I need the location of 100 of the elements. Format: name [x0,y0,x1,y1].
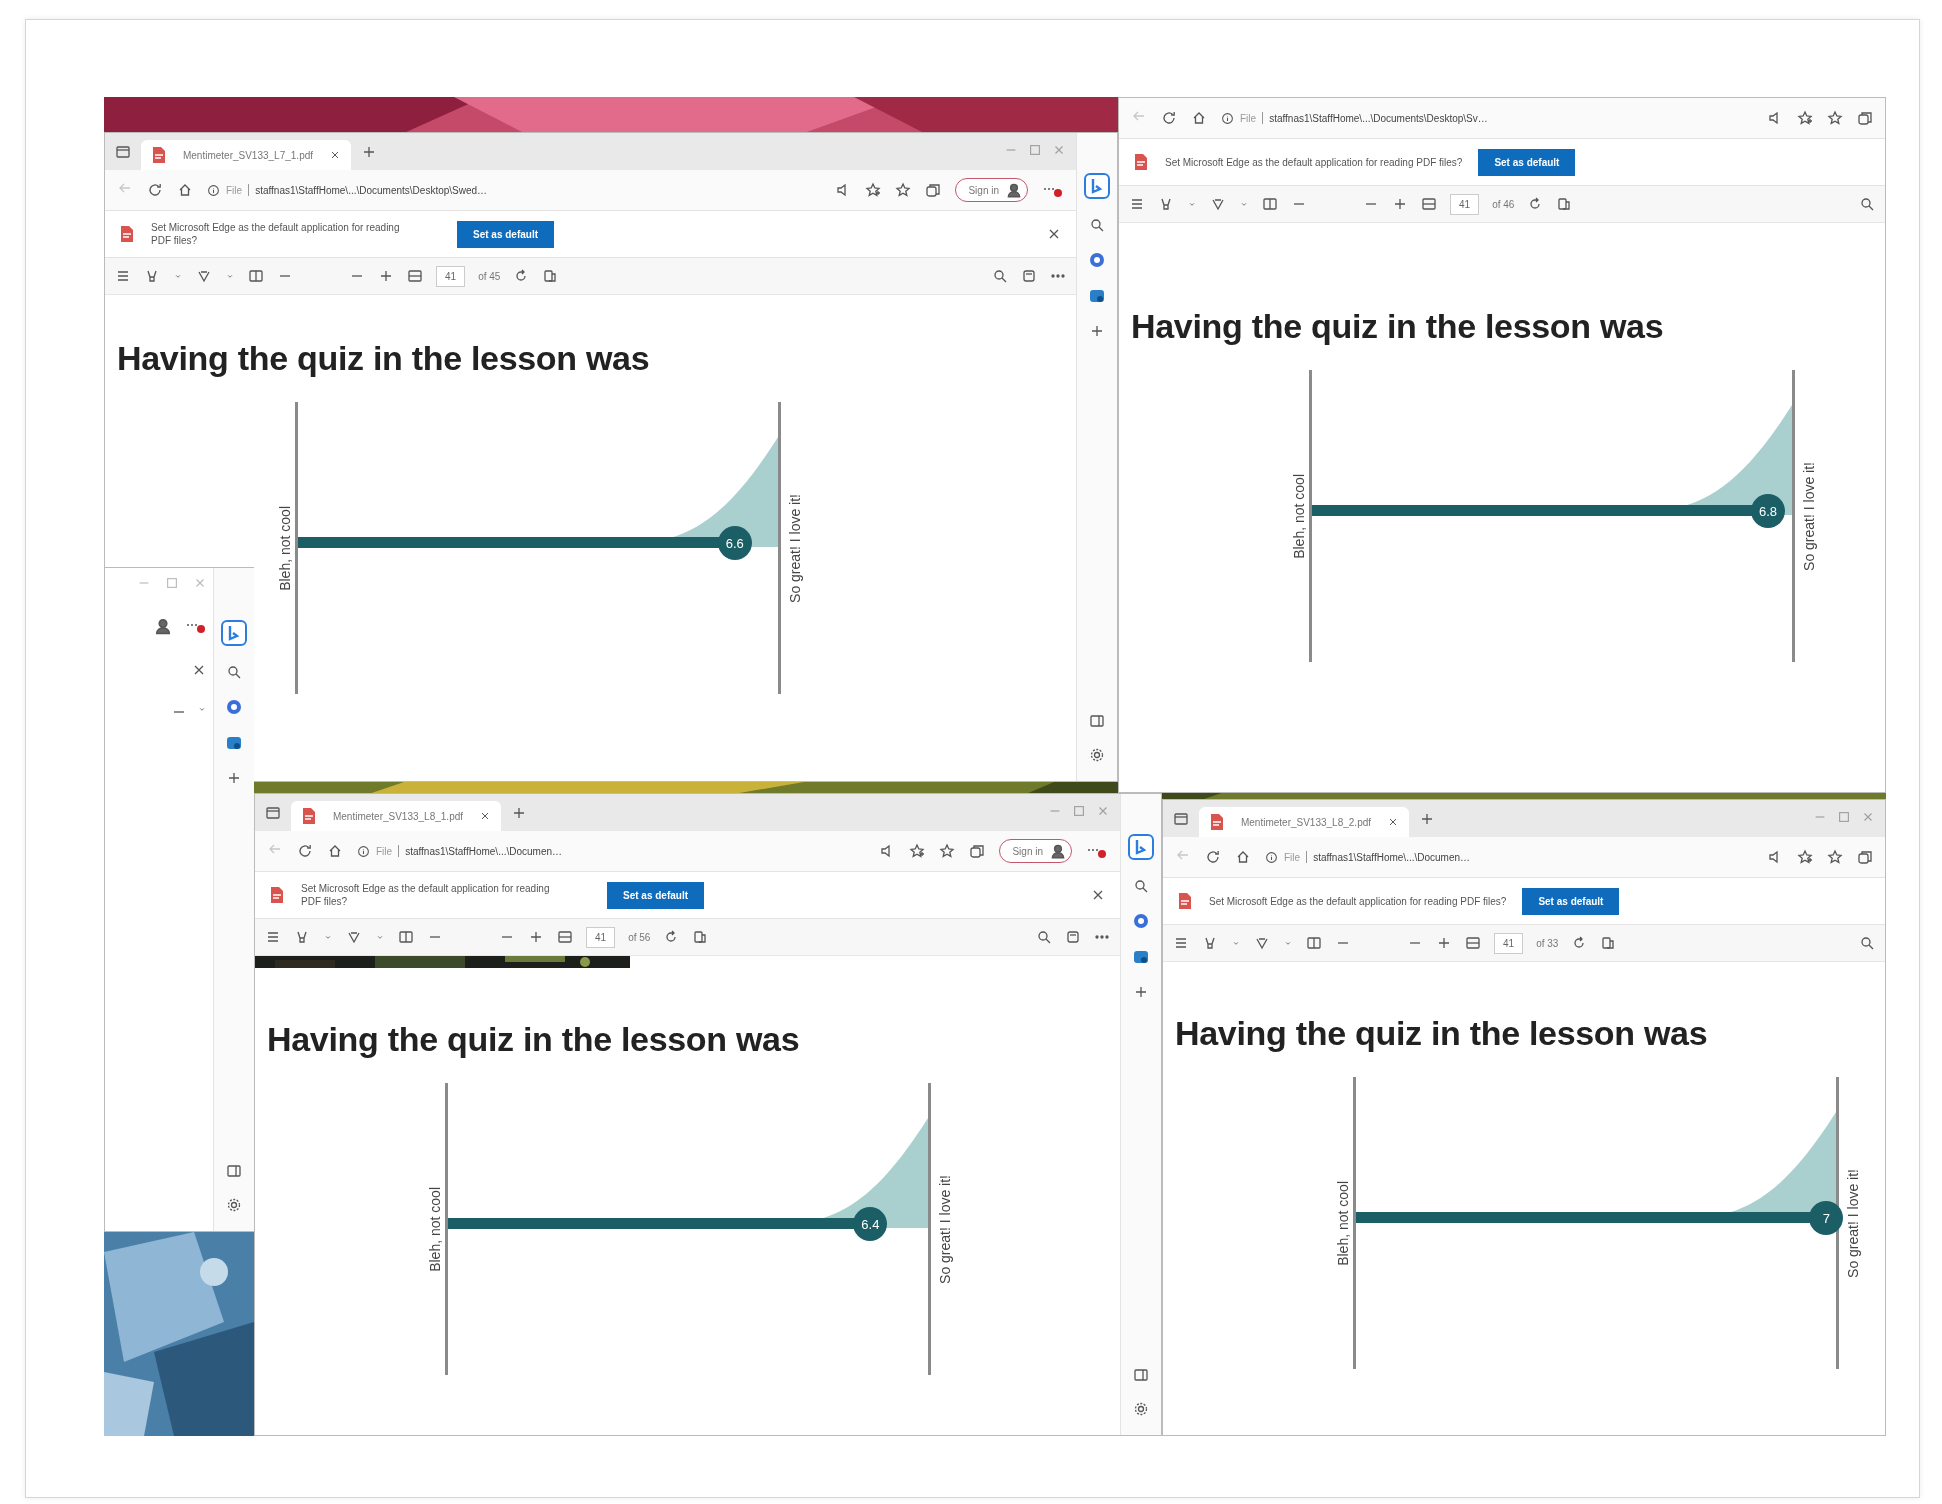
zoom-in-icon[interactable] [528,929,544,945]
refresh-icon[interactable] [1205,849,1221,865]
address-bar[interactable]: File staffnas1\StaffHome\...\Documen… [357,844,866,858]
draw-icon[interactable] [1210,196,1226,212]
collections-icon[interactable] [925,182,942,198]
page-number-field[interactable]: 41 [436,265,466,287]
contents-icon[interactable] [1129,196,1145,212]
zoom-in-icon[interactable] [1392,196,1408,212]
tab-actions-icon[interactable] [265,804,281,821]
save-icon[interactable] [1065,929,1081,945]
home-icon[interactable] [177,182,193,198]
star-icon[interactable] [939,843,956,859]
page-number-field[interactable]: 41 [1450,193,1480,215]
settings-icon[interactable] [1133,1401,1149,1417]
page-view-icon[interactable] [1306,935,1322,951]
set-default-button[interactable]: Set as default [607,881,705,909]
refresh-icon[interactable] [297,843,313,859]
sidebar-logo-icon[interactable] [1084,173,1110,199]
page-spread-icon[interactable] [542,268,559,284]
tool-circle-icon[interactable] [1088,251,1106,269]
tab-actions-icon[interactable] [115,143,131,160]
page-number-field[interactable]: 41 [586,926,616,948]
highlight-icon[interactable] [1158,196,1174,212]
draw-icon[interactable] [346,929,362,945]
settings-icon[interactable] [226,1197,242,1213]
favorites-icon[interactable] [909,843,926,859]
tool-square-icon[interactable] [1088,287,1106,305]
tool-square-icon[interactable] [225,734,243,752]
browser-tab[interactable]: Mentimeter_SV133_L7_1.pdf [141,140,351,170]
tool-square-icon[interactable] [1132,948,1150,966]
fit-page-icon[interactable] [557,929,573,945]
set-default-button[interactable]: Set as default [457,220,555,248]
draw-icon[interactable] [1254,935,1270,951]
star-icon[interactable] [1827,849,1843,865]
star-icon[interactable] [1827,110,1843,126]
favorites-icon[interactable] [865,182,882,198]
home-icon[interactable] [327,843,343,859]
page-count: of 33 [1536,937,1559,949]
page-view-icon[interactable] [248,268,264,284]
search-icon[interactable] [1859,196,1875,212]
address-bar[interactable]: File staffnas1\StaffHome\...\Documents\Desktop\Swed… [207,183,822,197]
set-default-button[interactable]: Set as default [1478,148,1576,176]
profile-icon[interactable] [153,616,173,636]
panel-icon[interactable] [1089,713,1105,729]
favorites-icon[interactable] [1797,110,1813,126]
page-number-field[interactable]: 41 [1494,932,1524,954]
settings-icon[interactable] [1089,747,1105,763]
zoom-in-icon[interactable] [1436,935,1452,951]
collections-icon[interactable] [1857,849,1873,865]
draw-icon[interactable] [196,268,212,284]
search-icon[interactable] [992,268,1008,284]
page-view-icon[interactable] [398,929,414,945]
tab-actions-icon[interactable] [1173,810,1189,827]
add-icon[interactable] [226,770,242,786]
refresh-icon[interactable] [147,182,163,198]
axis-label: Bleh, not cool [427,1186,444,1272]
tool-circle-icon[interactable] [225,698,243,716]
search-icon[interactable] [1036,929,1052,945]
collections-icon[interactable] [969,843,986,859]
collections-icon[interactable] [1857,110,1873,126]
panel-icon[interactable] [1133,1367,1149,1383]
avatar-icon [1005,181,1023,199]
search-icon[interactable] [1089,217,1105,233]
panel-icon[interactable] [226,1163,242,1179]
star-icon[interactable] [895,182,912,198]
browser-tab[interactable]: Mentimeter_SV133_L8_2.pdf [1199,807,1409,837]
search-icon[interactable] [1859,935,1875,951]
browser-tab[interactable]: Mentimeter_SV133_L8_1.pdf [291,801,501,831]
close-icon[interactable] [479,810,491,822]
page-spread-icon[interactable] [1556,196,1573,212]
close-icon[interactable] [1387,816,1399,828]
page-spread-icon[interactable] [692,929,709,945]
home-icon[interactable] [1235,849,1251,865]
page-spread-icon[interactable] [1600,935,1617,951]
contents-icon[interactable] [1173,935,1189,951]
highlight-icon[interactable] [144,268,160,284]
set-default-button[interactable]: Set as default [1522,887,1620,915]
highlight-icon[interactable] [294,929,310,945]
close-icon[interactable] [329,149,341,161]
sign-in-button[interactable]: Sign in [955,178,1028,202]
save-icon[interactable] [1021,268,1037,284]
contents-icon[interactable] [115,268,131,284]
contents-icon[interactable] [265,929,281,945]
fit-page-icon[interactable] [1421,196,1437,212]
fit-page-icon[interactable] [1465,935,1481,951]
search-icon[interactable] [226,664,242,680]
tool-circle-icon[interactable] [1132,912,1150,930]
add-icon[interactable] [1089,323,1105,339]
sidebar-logo-icon[interactable] [221,620,247,646]
refresh-icon[interactable] [1161,110,1177,126]
add-icon[interactable] [1133,984,1149,1000]
sign-in-button[interactable]: Sign in [999,839,1072,863]
highlight-icon[interactable] [1202,935,1218,951]
search-icon[interactable] [1133,878,1149,894]
favorites-icon[interactable] [1797,849,1813,865]
home-icon[interactable] [1191,110,1207,126]
page-view-icon[interactable] [1262,196,1278,212]
sidebar-logo-icon[interactable] [1128,834,1154,860]
zoom-in-icon[interactable] [378,268,394,284]
fit-page-icon[interactable] [407,268,423,284]
